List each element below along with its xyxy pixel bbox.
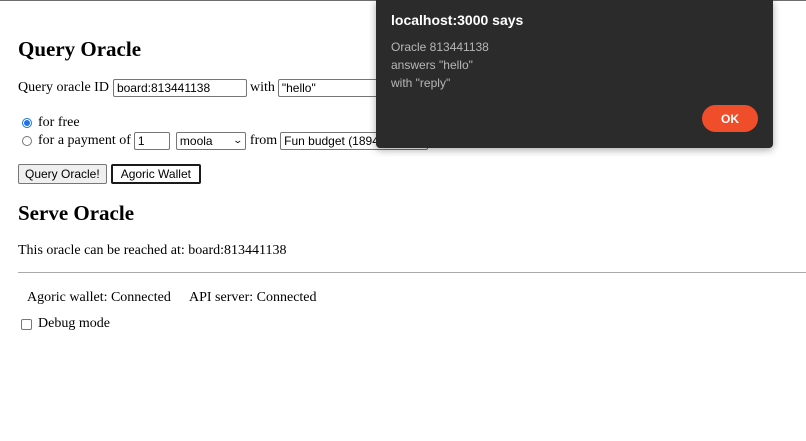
agoric-wallet-button[interactable]: Agoric Wallet bbox=[110, 164, 201, 184]
amount-input[interactable] bbox=[133, 131, 170, 150]
free-label: for free bbox=[38, 114, 80, 130]
payment-label: for a payment of bbox=[38, 132, 131, 148]
brand-select-value: moola bbox=[179, 133, 213, 148]
reach-row: This oracle can be reached at: board:813… bbox=[18, 242, 286, 259]
payment-radio[interactable] bbox=[22, 135, 32, 146]
serve-oracle-heading: Serve Oracle bbox=[18, 201, 135, 225]
query-id-row: Query oracle ID with bbox=[18, 78, 409, 98]
alert-dialog: localhost:3000 says Oracle 813441138 ans… bbox=[376, 0, 773, 148]
dialog-title: localhost:3000 says bbox=[391, 12, 524, 28]
divider bbox=[18, 272, 806, 273]
dialog-message-line: answers "hello" bbox=[391, 58, 473, 72]
free-radio[interactable] bbox=[22, 117, 32, 128]
dialog-message-line: with "reply" bbox=[391, 76, 451, 90]
query-buttons-row: Query Oracle! Agoric Wallet bbox=[18, 164, 205, 184]
brand-select[interactable]: moola ⌄ bbox=[175, 131, 246, 150]
ok-button[interactable]: OK bbox=[702, 105, 758, 132]
debug-mode-row[interactable]: Debug mode bbox=[21, 316, 110, 332]
api-server-status: API server: Connected bbox=[189, 290, 317, 305]
query-oracle-heading: Query Oracle bbox=[18, 37, 142, 61]
dialog-message-line: Oracle 813441138 bbox=[391, 40, 489, 54]
wallet-status: Agoric wallet: Connected bbox=[27, 290, 171, 305]
debug-mode-label: Debug mode bbox=[38, 316, 110, 331]
oracle-id-input[interactable] bbox=[112, 79, 247, 97]
query-id-label: Query oracle ID bbox=[18, 80, 109, 95]
query-oracle-button[interactable]: Query Oracle! bbox=[18, 164, 107, 184]
from-label: from bbox=[249, 132, 278, 148]
debug-mode-checkbox[interactable] bbox=[21, 318, 32, 330]
with-label: with bbox=[249, 80, 275, 95]
free-option-row[interactable]: for free bbox=[18, 114, 80, 131]
reach-text: This oracle can be reached at: board:813… bbox=[18, 242, 287, 258]
payment-option-row: for a payment of moola ⌄ from bbox=[18, 131, 431, 150]
chevron-down-icon: ⌄ bbox=[232, 135, 244, 145]
